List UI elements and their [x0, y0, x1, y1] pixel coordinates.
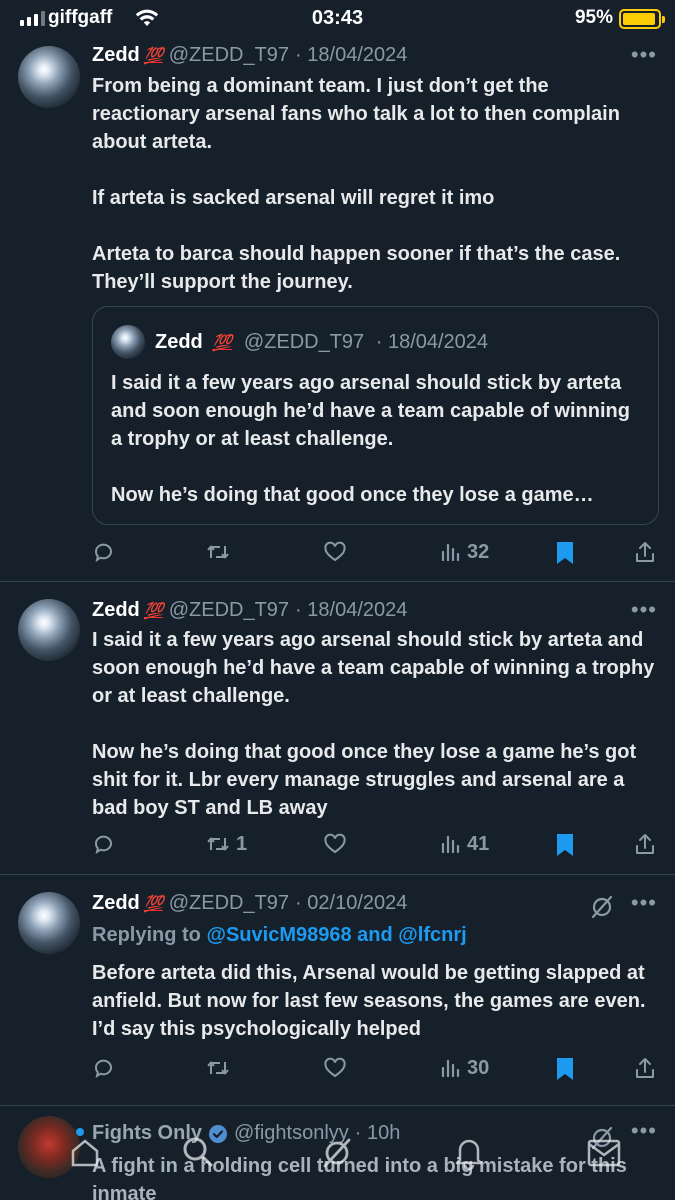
timestamp[interactable]: · 10h [355, 1122, 401, 1145]
view-count: 32 [467, 540, 490, 563]
username[interactable]: @ZEDD_T97 [169, 892, 289, 915]
display-name[interactable]: Zedd [92, 44, 140, 67]
timestamp: · 18/04/2024 [375, 331, 489, 353]
view-count: 30 [467, 1056, 490, 1079]
username: @ZEDD_T97 [243, 331, 365, 353]
username[interactable]: @ZEDD_T97 [169, 44, 289, 67]
bookmark-button[interactable] [554, 1056, 576, 1082]
bookmark-icon [557, 542, 573, 564]
reply-button[interactable] [92, 1056, 121, 1080]
display-name[interactable]: Zedd [92, 892, 140, 915]
tweet[interactable]: Zedd 💯 @ZEDD_T97 · 18/04/2024 ••• From b… [0, 38, 675, 582]
reply-icon [94, 543, 112, 563]
battery-icon [619, 9, 665, 29]
more-icon[interactable]: ••• [631, 42, 657, 68]
tweet-actions: 1 41 [92, 832, 662, 860]
tweet-text: From being a dominant team. I just don’t… [92, 75, 621, 293]
retweet-button[interactable] [205, 540, 236, 564]
tweet-actions: 32 [92, 540, 662, 568]
like-icon [324, 1057, 346, 1078]
username[interactable]: @ZEDD_T97 [169, 599, 289, 622]
search-icon[interactable] [180, 1134, 216, 1170]
avatar [111, 325, 145, 359]
grok-icon[interactable] [589, 894, 615, 920]
tweet-header: Zedd 💯 @ZEDD_T97 · 02/10/2024 [92, 892, 655, 915]
share-icon [636, 1058, 654, 1078]
hundred-emoji: 💯 [143, 48, 164, 65]
bookmark-icon [557, 1058, 573, 1080]
retweet-button[interactable]: 1 [205, 832, 247, 856]
tweet-text: Before arteta did this, Arsenal would be… [92, 962, 652, 1040]
tweet-header: Zedd 💯 @ZEDD_T97 · 18/04/2024 [92, 44, 655, 67]
view-count: 41 [467, 832, 490, 855]
grok-tab-icon[interactable] [320, 1136, 354, 1170]
views-button[interactable]: 41 [440, 832, 489, 856]
tweet-actions: 30 [92, 1056, 662, 1084]
views-icon [441, 543, 460, 562]
clock: 03:43 [311, 7, 364, 29]
views-icon [441, 1059, 460, 1078]
views-button[interactable]: 30 [440, 1056, 489, 1080]
tweet-text: I said it a few years ago arsenal should… [92, 629, 655, 819]
quoted-tweet-header: Zedd 💯 @ZEDD_T97 · 18/04/2024 [155, 331, 488, 354]
reply-icon [94, 1059, 112, 1079]
share-icon [636, 542, 654, 562]
reply-button[interactable] [92, 540, 121, 564]
tweet-text: A fight in a holding cell turned into a … [92, 1155, 633, 1200]
views-icon [441, 835, 460, 854]
retweet-icon [207, 545, 229, 559]
share-button[interactable] [634, 832, 656, 856]
notifications-icon[interactable] [452, 1134, 486, 1170]
status-bar: giffgaff 03:43 95% [0, 0, 675, 38]
more-icon[interactable]: ••• [631, 597, 657, 623]
more-icon[interactable]: ••• [631, 1118, 657, 1144]
tweet-header: Fights Only @fightsonlyy · 10h [92, 1122, 655, 1145]
timestamp[interactable]: · 18/04/2024 [295, 44, 407, 67]
bookmark-button[interactable] [554, 832, 576, 858]
like-button[interactable] [323, 1056, 352, 1080]
replying-to: Replying to @SuvicM98968 and @lfcnrj [92, 924, 467, 947]
battery-percent: 95% [574, 7, 613, 28]
avatar[interactable] [18, 599, 80, 661]
tweet[interactable]: Zedd 💯 @ZEDD_T97 · 02/10/2024 ••• Replyi… [0, 876, 675, 1106]
retweet-button[interactable] [205, 1056, 236, 1080]
bookmark-icon [557, 834, 573, 856]
messages-icon[interactable] [586, 1138, 622, 1168]
quoted-tweet-text: I said it a few years ago arsenal should… [111, 372, 630, 506]
like-button[interactable] [323, 540, 352, 564]
more-icon[interactable]: ••• [631, 890, 657, 916]
share-button[interactable] [634, 540, 656, 564]
timestamp[interactable]: · 18/04/2024 [295, 599, 407, 622]
retweet-count: 1 [236, 832, 248, 855]
avatar[interactable] [18, 892, 80, 954]
reply-icon [94, 835, 112, 855]
reply-button[interactable] [92, 832, 121, 856]
replying-to-label: Replying to [92, 924, 207, 946]
home-icon[interactable] [68, 1136, 102, 1170]
like-icon [324, 833, 346, 854]
hundred-emoji: 💯 [212, 335, 233, 352]
share-button[interactable] [634, 1056, 656, 1080]
replying-to-users[interactable]: @SuvicM98968 and @lfcnrj [206, 924, 466, 946]
tweet[interactable]: Zedd 💯 @ZEDD_T97 · 18/04/2024 ••• I said… [0, 583, 675, 875]
display-name: Zedd [155, 331, 203, 353]
hundred-emoji: 💯 [143, 896, 164, 913]
display-name[interactable]: Zedd [92, 599, 140, 622]
share-icon [636, 834, 654, 854]
unread-dot [76, 1128, 84, 1136]
bookmark-button[interactable] [554, 540, 576, 566]
timestamp[interactable]: · 02/10/2024 [295, 892, 407, 915]
like-button[interactable] [323, 832, 352, 856]
quoted-tweet[interactable]: Zedd 💯 @ZEDD_T97 · 18/04/2024 I said it … [92, 306, 659, 525]
avatar[interactable] [18, 46, 80, 108]
retweet-icon [207, 837, 229, 851]
retweet-icon [207, 1061, 229, 1075]
views-button[interactable]: 32 [440, 540, 489, 564]
hundred-emoji: 💯 [143, 603, 164, 620]
like-icon [324, 541, 346, 562]
tweet-header: Zedd 💯 @ZEDD_T97 · 18/04/2024 [92, 599, 655, 622]
